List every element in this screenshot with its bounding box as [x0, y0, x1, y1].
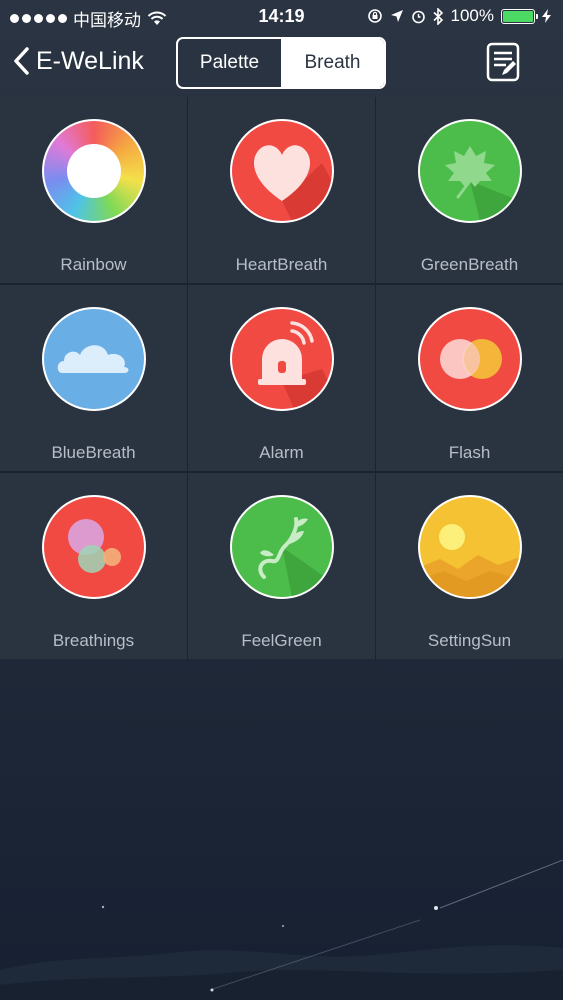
mode-label: GreenBreath — [420, 255, 519, 274]
mode-grid: Rainbow HeartBreath GreenBreath BlueBrea… — [0, 97, 563, 659]
edit-note-button[interactable] — [486, 42, 522, 87]
mode-label: FeelGreen — [241, 631, 322, 650]
heart-icon — [229, 119, 334, 223]
leaf-icon — [417, 119, 522, 223]
cloud-icon — [41, 307, 146, 411]
battery-percent: 100% — [450, 6, 494, 25]
mode-flash[interactable]: Flash — [376, 285, 563, 471]
rotation-lock-icon — [367, 9, 382, 23]
mode-label: HeartBreath — [235, 255, 328, 274]
mode-breathings[interactable]: Breathings — [0, 473, 187, 659]
status-right: 100% — [367, 6, 551, 26]
status-bar: 中国移动 14:19 100% — [0, 0, 563, 32]
location-icon — [390, 10, 403, 22]
chevron-left-icon — [14, 47, 29, 75]
back-label: E-WeLink — [36, 46, 144, 75]
bubbles-icon — [41, 495, 146, 599]
tab-palette[interactable]: Palette — [178, 39, 281, 87]
alarm-light-icon — [229, 307, 334, 411]
mode-feelgreen[interactable]: FeelGreen — [188, 473, 375, 659]
mode-label: SettingSun — [427, 631, 512, 650]
back-button[interactable]: E-WeLink — [12, 46, 144, 76]
mode-heartbreath[interactable]: HeartBreath — [188, 97, 375, 283]
navigation-bar: E-WeLink Palette Breath — [0, 32, 563, 96]
mode-label: Flash — [448, 443, 491, 462]
battery-icon — [501, 8, 538, 24]
sprout-icon — [229, 495, 334, 599]
sunset-icon — [417, 495, 522, 599]
background-landscape — [0, 860, 563, 1000]
tab-breath[interactable]: Breath — [281, 39, 384, 87]
mode-rainbow[interactable]: Rainbow — [0, 97, 187, 283]
mode-label: Breathings — [52, 631, 135, 650]
mode-label: Alarm — [259, 443, 304, 462]
alarm-clock-icon — [411, 10, 425, 23]
mode-label: Rainbow — [60, 255, 127, 274]
mode-greenbreath[interactable]: GreenBreath — [376, 97, 563, 283]
mode-alarm[interactable]: Alarm — [188, 285, 375, 471]
flash-circles-icon — [417, 307, 522, 411]
rainbow-icon — [41, 119, 146, 223]
segmented-control: Palette Breath — [176, 37, 386, 89]
mode-label: BlueBreath — [51, 443, 136, 462]
note-edit-icon — [486, 42, 520, 82]
mode-settingsun[interactable]: SettingSun — [376, 473, 563, 659]
charging-icon — [542, 9, 551, 23]
mode-bluebreath[interactable]: BlueBreath — [0, 285, 187, 471]
bluetooth-icon — [432, 7, 443, 25]
